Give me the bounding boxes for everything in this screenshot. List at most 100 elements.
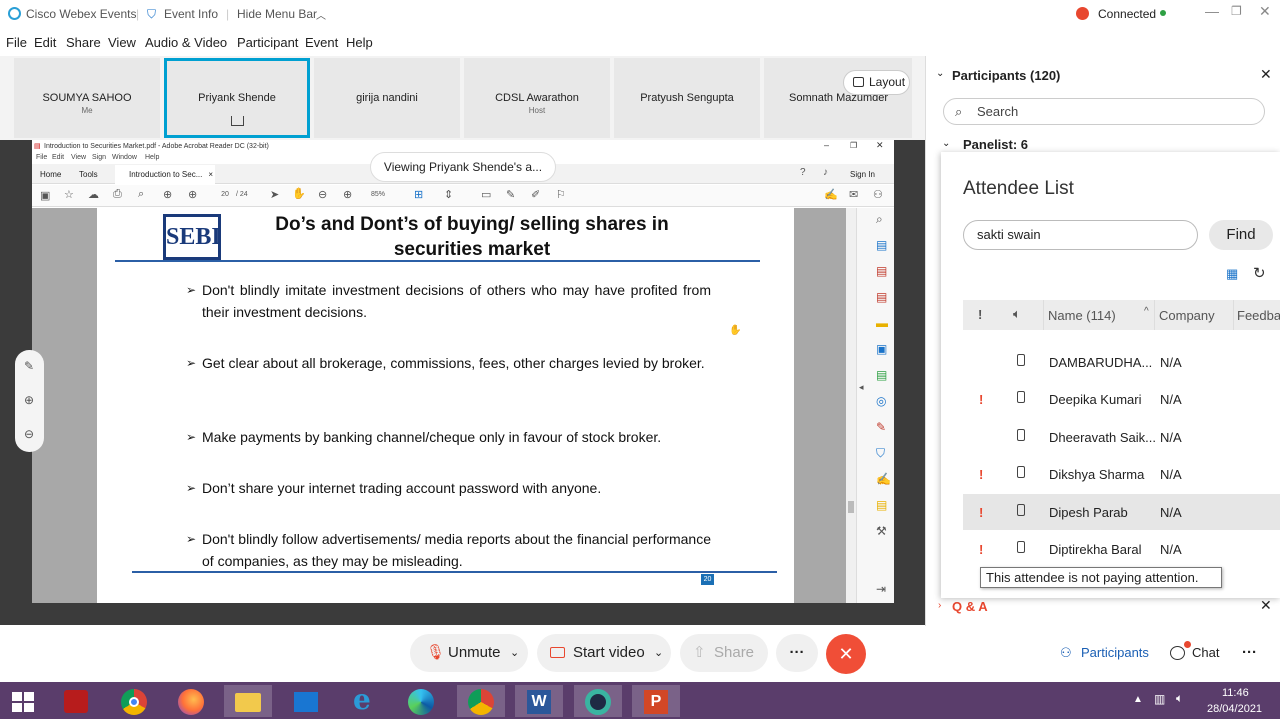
refresh-icon[interactable]: ↻ <box>1253 264 1266 282</box>
firefox-taskbar-icon[interactable] <box>167 685 215 717</box>
edge-taskbar-icon[interactable] <box>397 685 445 717</box>
unmute-button[interactable]: 🎙︎ Unmute ⌄ <box>410 634 528 672</box>
page-number-input[interactable]: 20 <box>214 191 236 198</box>
annotate-icon[interactable]: ✎ <box>24 359 34 373</box>
menu-view[interactable]: View <box>108 35 136 50</box>
more-options-button[interactable]: ··· <box>776 634 818 672</box>
participant-tile-active[interactable]: Priyank Shende <box>164 58 310 138</box>
sign-tool-icon[interactable]: ✍ <box>876 472 891 486</box>
tab-document[interactable]: Introduction to Sec... × <box>115 165 215 184</box>
zoom-out-icon[interactable]: ⊖ <box>24 427 34 441</box>
sign-in-button[interactable]: Sign In <box>850 170 875 179</box>
table-row[interactable]: Dheeravath Saik... N/A <box>963 419 1280 455</box>
upload-icon[interactable]: ☁ <box>88 188 99 201</box>
table-row[interactable]: ! Diptirekha Baral N/A <box>963 531 1280 567</box>
chevron-down-icon[interactable]: ⌄ <box>936 68 944 79</box>
find-button[interactable]: Find <box>1209 220 1273 250</box>
more-icon[interactable]: ··· <box>1242 644 1257 661</box>
zoom-tool-icon[interactable]: ⌕ <box>876 212 883 227</box>
save-icon[interactable]: ▣ <box>40 189 50 202</box>
participant-tile[interactable]: CDSL Awarathon Host <box>464 58 610 138</box>
add-user-icon[interactable]: ⚇ <box>873 188 883 201</box>
event-info-link[interactable]: Event Info <box>164 7 218 21</box>
layout-button[interactable]: Layout <box>843 70 910 95</box>
collapse-arrow-icon[interactable]: ◂ <box>859 382 864 393</box>
acrobat-menu-window[interactable]: Window <box>112 154 137 161</box>
mail-taskbar-icon[interactable] <box>282 685 330 717</box>
comment-icon[interactable]: ▭ <box>481 188 491 201</box>
email-icon[interactable]: ✉ <box>849 188 858 201</box>
start-video-button[interactable]: Start video ⌄ <box>537 634 671 672</box>
export-icon[interactable]: ▦ <box>1226 266 1238 282</box>
search-input[interactable]: ⌕ Search <box>943 98 1265 125</box>
print-icon[interactable]: ⎙ <box>113 188 122 201</box>
maximize-icon[interactable]: ❐ <box>1231 4 1242 18</box>
highlight-icon[interactable]: ✎ <box>506 188 515 201</box>
table-row-selected[interactable]: ! Dipesh Parab N/A <box>963 494 1280 530</box>
menu-event[interactable]: Event <box>305 35 338 50</box>
network-icon[interactable]: ▥ <box>1154 692 1165 706</box>
scroll-mode-icon[interactable]: ⇕ <box>444 188 453 201</box>
zoom-in-icon[interactable]: ⊕ <box>343 188 352 201</box>
feedback-column-header[interactable]: Feedba <box>1237 308 1280 323</box>
export-pdf-icon[interactable]: ▤ <box>876 238 887 252</box>
attendee-search-input[interactable]: sakti swain <box>963 220 1198 250</box>
table-row[interactable]: ! Deepika Kumari N/A <box>963 381 1280 417</box>
tray-chevron-icon[interactable]: ▲ <box>1133 694 1143 705</box>
zoom-level[interactable]: 85% <box>371 191 385 198</box>
scrollbar-thumb[interactable] <box>848 501 854 513</box>
participants-button[interactable]: ⚇ Participants <box>1050 634 1158 672</box>
word-taskbar-icon[interactable]: W <box>515 685 563 717</box>
menu-participant[interactable]: Participant <box>237 35 298 50</box>
hide-menu-bar-button[interactable]: Hide Menu Bar <box>237 7 317 21</box>
chevron-right-icon[interactable]: › <box>938 600 941 611</box>
more-tools-icon[interactable]: ⚒ <box>876 524 887 538</box>
close-tab-icon[interactable]: × <box>208 170 213 179</box>
menu-edit[interactable]: Edit <box>34 35 56 50</box>
participant-tile[interactable]: SOUMYA SAHOO Me <box>14 58 160 138</box>
tag-icon[interactable]: ⚐ <box>556 188 566 201</box>
fill-sign-icon[interactable]: ✎ <box>876 420 886 434</box>
combine-icon[interactable]: ▣ <box>876 342 887 356</box>
chat-button[interactable]: Chat <box>1162 634 1228 672</box>
bell-icon[interactable]: ♪ <box>823 167 828 178</box>
acrobat-menu-view[interactable]: View <box>71 154 86 161</box>
zoom-in-icon[interactable]: ⊕ <box>24 393 34 407</box>
end-call-button[interactable]: ✕ <box>826 634 866 674</box>
minimize-icon[interactable]: – <box>824 140 829 150</box>
bookmark-icon[interactable]: ☆ <box>64 188 74 201</box>
close-icon[interactable]: ✕ <box>1259 3 1271 20</box>
share-button[interactable]: ⇧ Share <box>680 634 768 672</box>
chevron-down-icon[interactable]: ⌄ <box>510 634 519 672</box>
fit-page-icon[interactable]: ⊞ <box>414 188 423 201</box>
close-panel-icon[interactable]: ✕ <box>1260 66 1272 83</box>
menu-file[interactable]: File <box>6 35 27 50</box>
create-pdf-icon[interactable]: ▤ <box>876 264 887 278</box>
company-column-header[interactable]: Company <box>1159 308 1215 323</box>
help-icon[interactable]: ? <box>800 167 806 178</box>
protect-icon[interactable]: ⛉ <box>876 446 885 461</box>
acrobat-menu-sign[interactable]: Sign <box>92 154 106 161</box>
menu-audio-video[interactable]: Audio & Video <box>145 35 227 50</box>
powerpoint-taskbar-icon[interactable]: P <box>632 685 680 717</box>
send-icon[interactable]: ▤ <box>876 498 887 512</box>
scrollbar[interactable] <box>846 208 856 603</box>
acrobat-taskbar-icon[interactable] <box>52 685 100 717</box>
page-down-icon[interactable]: ⊕ <box>188 188 197 201</box>
chevron-down-icon[interactable]: ⌄ <box>942 138 950 149</box>
menu-share[interactable]: Share <box>66 35 101 50</box>
maximize-icon[interactable]: ❐ <box>850 141 857 150</box>
chrome-taskbar-icon[interactable] <box>110 685 158 717</box>
participant-tile[interactable]: girija nandini <box>314 58 460 138</box>
organize-icon[interactable]: ▤ <box>876 368 887 382</box>
clock-date[interactable]: 28/04/2021 <box>1207 703 1262 715</box>
acrobat-menu-help[interactable]: Help <box>145 154 159 161</box>
acrobat-menu-edit[interactable]: Edit <box>52 154 64 161</box>
zoom-search-icon[interactable]: ⌕ <box>138 188 144 201</box>
volume-icon[interactable]: 🔈︎ <box>1176 691 1183 706</box>
tab-tools[interactable]: Tools <box>79 170 98 179</box>
chrome-taskbar-icon-2[interactable] <box>457 685 505 717</box>
sign-icon[interactable]: ✍ <box>824 188 838 201</box>
draw-icon[interactable]: ✐ <box>531 188 540 201</box>
minimize-icon[interactable]: — <box>1205 3 1219 19</box>
